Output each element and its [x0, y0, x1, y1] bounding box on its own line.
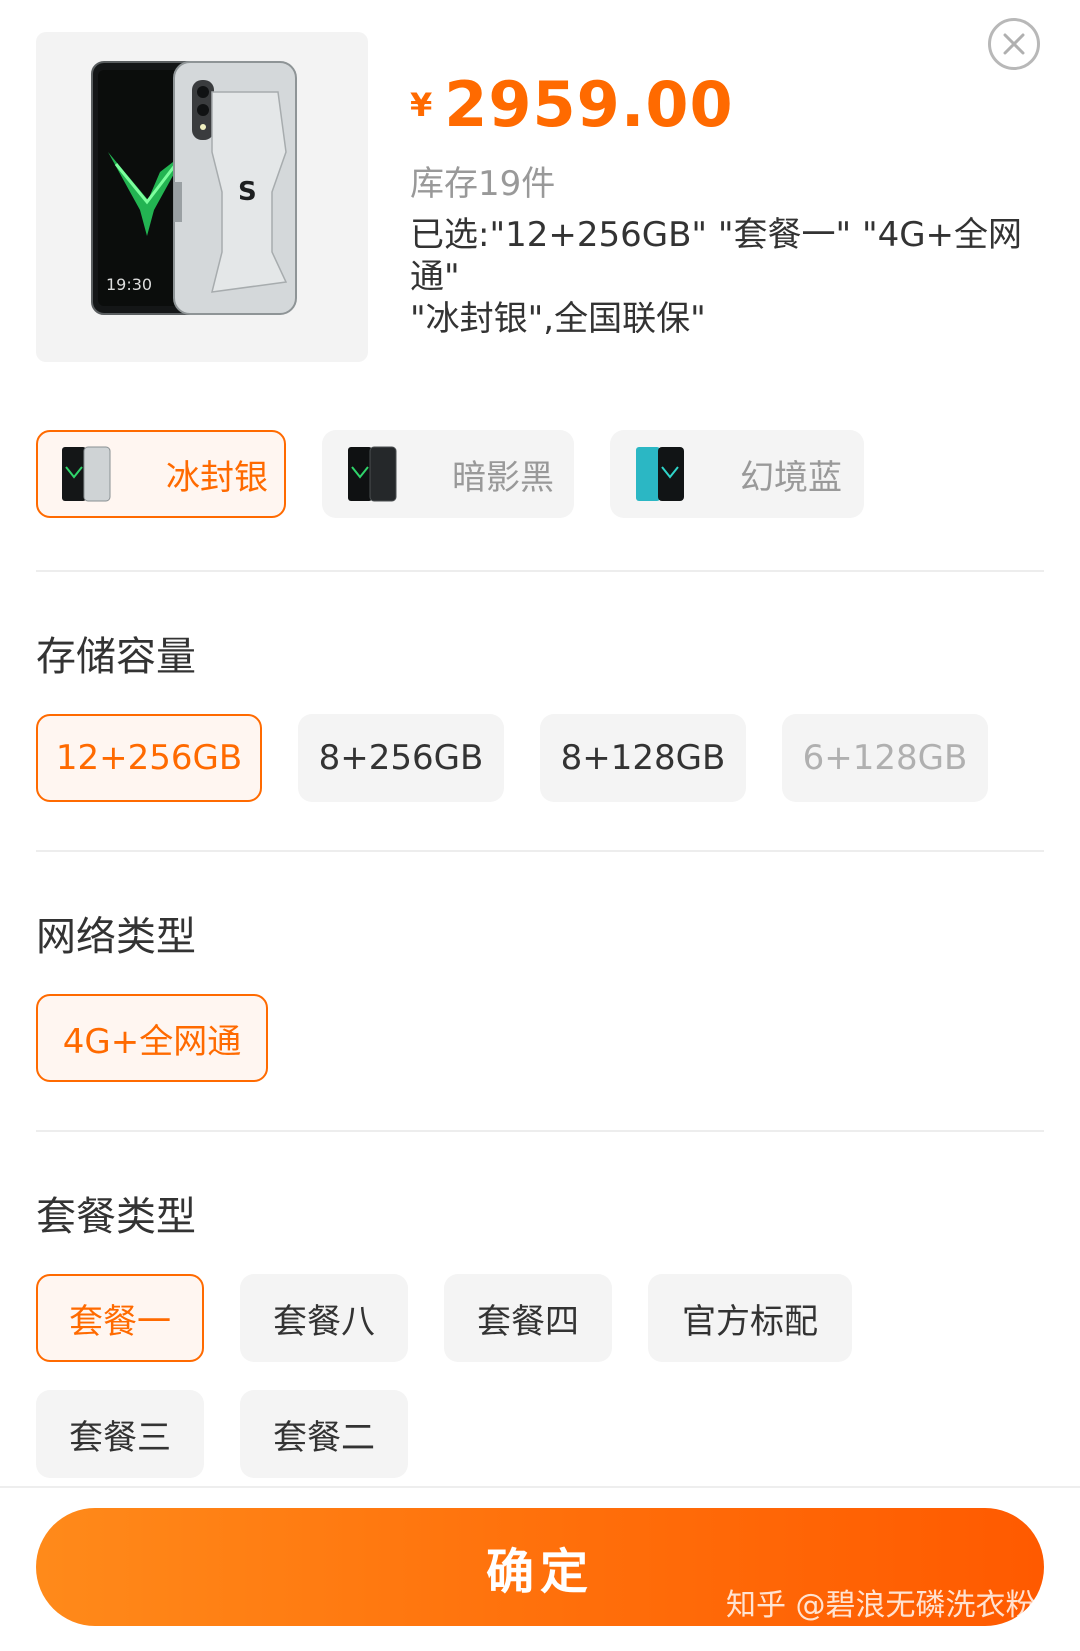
network-title: 网络类型	[36, 914, 196, 960]
package-option-3[interactable]: 套餐三	[36, 1390, 204, 1478]
svg-text:S: S	[238, 177, 257, 207]
divider	[36, 850, 1044, 852]
color-label: 暗影黑	[452, 457, 554, 498]
storage-option-12-256[interactable]: 12+256GB	[36, 714, 262, 802]
close-button[interactable]	[988, 18, 1040, 70]
package-label: 套餐四	[477, 1301, 579, 1342]
network-label: 4G+全网通	[62, 1021, 242, 1062]
divider	[36, 570, 1044, 572]
package-option-1[interactable]: 套餐一	[36, 1274, 204, 1362]
price-amount: 2959.00	[444, 68, 734, 141]
package-label: 套餐八	[273, 1301, 375, 1342]
color-thumb-blue	[636, 447, 684, 501]
color-thumb-silver	[62, 446, 111, 502]
storage-label: 8+256GB	[318, 738, 484, 778]
screen-time: 19:30	[106, 275, 152, 294]
package-option-8[interactable]: 套餐八	[240, 1274, 408, 1362]
divider	[36, 1130, 1044, 1132]
storage-option-8-256[interactable]: 8+256GB	[298, 714, 504, 802]
confirm-label: 确定	[485, 1544, 594, 1600]
selected-summary-line2: "冰封银",全国联保"	[410, 299, 706, 339]
phone-image: 19:30 S	[91, 61, 297, 315]
storage-option-6-128[interactable]: 6+128GB	[782, 714, 988, 802]
color-option-blue[interactable]: 幻境蓝	[610, 430, 864, 518]
package-label: 官方标配	[682, 1301, 818, 1342]
color-thumb-black	[348, 446, 397, 502]
selected-summary-line1: 已选:"12+256GB" "套餐一" "4G+全网通"	[410, 215, 1023, 297]
product-image: 19:30 S	[36, 32, 368, 362]
package-option-2[interactable]: 套餐二	[240, 1390, 408, 1478]
package-option-4[interactable]: 套餐四	[444, 1274, 612, 1362]
watermark: 知乎 @碧浪无磷洗衣粉	[726, 1588, 1036, 1623]
storage-label: 6+128GB	[802, 738, 968, 778]
package-label: 套餐二	[273, 1417, 375, 1458]
stock-count: 库存19件	[410, 164, 556, 204]
storage-label: 12+256GB	[55, 738, 243, 778]
color-label: 幻境蓝	[740, 457, 842, 498]
bottom-bar-divider	[0, 1486, 1080, 1488]
close-icon	[1003, 33, 1025, 55]
storage-option-8-128[interactable]: 8+128GB	[540, 714, 746, 802]
price: ¥2959.00	[410, 68, 734, 141]
package-title: 套餐类型	[36, 1194, 196, 1240]
package-label: 套餐一	[69, 1301, 171, 1342]
package-label: 套餐三	[69, 1417, 171, 1458]
currency-symbol: ¥	[410, 86, 433, 124]
storage-title: 存储容量	[36, 634, 196, 680]
color-option-black[interactable]: 暗影黑	[322, 430, 574, 518]
package-option-official[interactable]: 官方标配	[648, 1274, 852, 1362]
selected-summary: 已选:"12+256GB" "套餐一" "4G+全网通" "冰封银",全国联保"	[410, 214, 1050, 340]
storage-label: 8+128GB	[560, 738, 726, 778]
network-option-4g[interactable]: 4G+全网通	[36, 994, 268, 1082]
color-label: 冰封银	[166, 457, 268, 498]
color-option-silver[interactable]: 冰封银	[36, 430, 286, 518]
